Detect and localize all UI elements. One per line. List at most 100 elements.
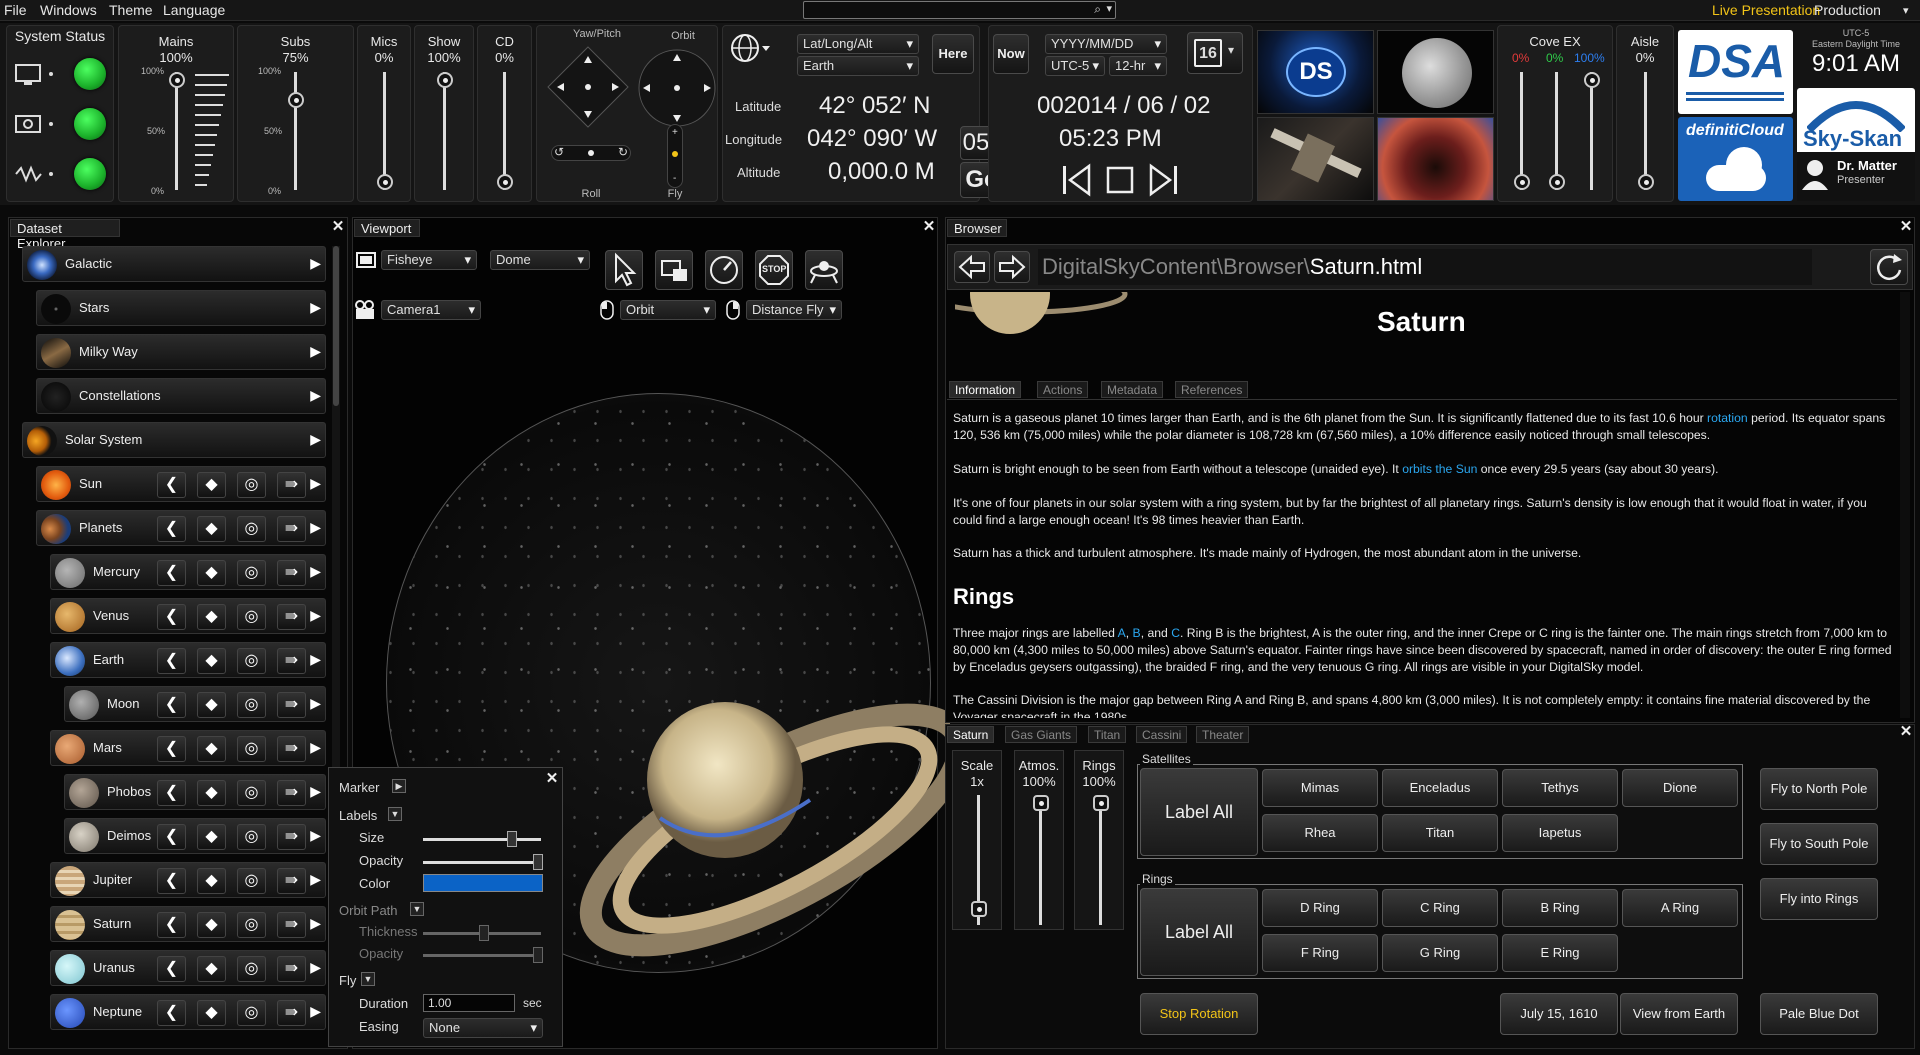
control-tab[interactable]: Theater [1196,726,1250,743]
label-tag-icon[interactable]: ◆ [197,692,226,718]
fly-into-rings-button[interactable]: Fly into Rings [1760,878,1878,920]
rotation-link[interactable]: rotation [1707,411,1748,425]
fly-to-icon[interactable]: ❮ [157,956,186,982]
roll-slider[interactable]: ↺ ↻ [551,145,631,161]
orbit-icon[interactable]: ◎ [237,956,266,982]
fly-to-icon[interactable]: ❮ [157,912,186,938]
ring-a-link[interactable]: A [1118,626,1126,640]
menu-file[interactable]: File [4,2,27,18]
control-tab[interactable]: Cassini [1136,726,1188,743]
expand-arrow-icon[interactable]: ▶ [310,695,321,712]
control-tab[interactable]: Titan [1088,726,1127,743]
dsa-logo[interactable]: DSA [1678,30,1793,114]
orbit-icon[interactable]: ◎ [237,604,266,630]
orbit-icon[interactable]: ◎ [237,692,266,718]
calendar-button[interactable]: 16 ▾ [1187,32,1243,74]
satellite-button[interactable]: Mimas [1262,769,1378,807]
latitude-value[interactable]: 42° 052′ N [819,92,931,120]
explorer-row[interactable]: Venus ❮ ◆ ◎ ⇛ ▶ [50,598,326,634]
spacecraft-tool-button[interactable] [805,250,843,290]
satellite-button[interactable]: Rhea [1262,814,1378,852]
action-icon[interactable]: ⇛ [277,824,306,850]
scrollbar-thumb[interactable] [333,246,339,406]
orbit-mode-dropdown[interactable]: Orbit [620,300,716,320]
explorer-row[interactable]: Earth ❮ ◆ ◎ ⇛ ▶ [50,642,326,678]
show-knob[interactable] [437,72,453,88]
longitude-value[interactable]: 042° 090′ W [807,125,937,153]
label-color-swatch[interactable] [423,874,543,892]
step-back-icon[interactable] [1059,162,1095,198]
action-icon[interactable]: ⇛ [277,868,306,894]
action-icon[interactable]: ⇛ [277,956,306,982]
fly-mode-dropdown[interactable]: Distance Fly [746,300,842,320]
cd-knob[interactable] [497,174,513,190]
thickness-slider-knob[interactable] [479,925,489,941]
ring-b-link[interactable]: B [1133,626,1141,640]
chevron-down-icon[interactable]: ▾ [1903,4,1909,17]
close-icon[interactable]: ✕ [1899,724,1913,739]
label-tag-icon[interactable]: ◆ [197,1000,226,1026]
label-tag-icon[interactable]: ◆ [197,604,226,630]
labels-toggle[interactable]: ▼ [388,807,402,821]
ring-button[interactable]: F Ring [1262,934,1378,972]
timezone-dropdown[interactable]: UTC-5 [1045,56,1105,76]
label-tag-icon[interactable]: ◆ [197,516,226,542]
galileo-date-button[interactable]: July 15, 1610 [1500,993,1618,1035]
display-tool-button[interactable] [655,250,693,290]
ring-button[interactable]: C Ring [1382,889,1498,927]
orbit-icon[interactable]: ◎ [237,560,266,586]
size-slider-knob[interactable] [507,831,517,847]
action-icon[interactable]: ⇛ [277,1000,306,1026]
fly-slider[interactable]: + - [667,124,683,188]
expand-arrow-icon[interactable]: ▶ [310,607,321,624]
expand-arrow-icon[interactable]: ▶ [310,563,321,580]
browser-tab[interactable]: Metadata [1101,381,1164,398]
time-value[interactable]: 05:23 PM [1059,125,1162,153]
action-icon[interactable]: ⇛ [277,692,306,718]
label-all-rings-button[interactable]: Label All [1140,888,1258,976]
space-station-thumbnail[interactable] [1257,117,1374,201]
fly-to-icon[interactable]: ❮ [157,472,186,498]
explorer-row[interactable]: Saturn ❮ ◆ ◎ ⇛ ▶ [50,906,326,942]
fly-to-icon[interactable]: ❮ [157,560,186,586]
body-dropdown[interactable]: Earth [797,56,919,76]
search-input[interactable]: ⌕ ▾ [803,1,1116,19]
mains-knob[interactable] [169,72,185,88]
expand-arrow-icon[interactable]: ▶ [310,431,321,448]
roll-knob[interactable] [588,150,594,156]
expand-arrow-icon[interactable]: ▶ [310,299,321,316]
cove-blue-knob[interactable] [1584,72,1600,88]
atmosphere-knob[interactable] [1033,795,1049,811]
fly-to-icon[interactable]: ❮ [157,824,186,850]
explorer-row[interactable]: Galactic ▶ [22,246,326,282]
expand-arrow-icon[interactable]: ▶ [310,519,321,536]
action-icon[interactable]: ⇛ [277,472,306,498]
expand-arrow-icon[interactable]: ▶ [310,739,321,756]
label-tag-icon[interactable]: ◆ [197,824,226,850]
opacity-slider-knob[interactable] [533,854,543,870]
orbit-opacity-slider-knob[interactable] [533,947,543,963]
explorer-row[interactable]: Moon ❮ ◆ ◎ ⇛ ▶ [64,686,326,722]
close-icon[interactable]: ✕ [545,771,559,786]
clock-format-dropdown[interactable]: 12-hr [1109,56,1167,76]
camera-dropdown[interactable]: Camera1 [381,300,481,320]
label-tag-icon[interactable]: ◆ [197,780,226,806]
lens-dropdown[interactable]: Fisheye [381,250,477,270]
fly-to-icon[interactable]: ❮ [157,692,186,718]
fly-to-icon[interactable]: ❮ [157,1000,186,1026]
fly-south-pole-button[interactable]: Fly to South Pole [1760,823,1878,865]
satellite-button[interactable]: Dione [1622,769,1738,807]
pale-blue-dot-button[interactable]: Pale Blue Dot [1760,993,1878,1035]
subs-track[interactable] [294,72,297,190]
explorer-row[interactable]: Neptune ❮ ◆ ◎ ⇛ ▶ [50,994,326,1030]
expand-arrow-icon[interactable]: ▶ [310,343,321,360]
action-icon[interactable]: ⇛ [277,780,306,806]
fly-to-icon[interactable]: ❮ [157,736,186,762]
cove-green-track[interactable] [1555,72,1558,190]
yaw-pitch-joystick[interactable] [547,46,629,128]
explorer-row[interactable]: Milky Way ▶ [36,334,326,370]
address-bar[interactable]: DigitalSkyContent\Browser\Saturn.html [1038,249,1812,285]
easing-dropdown[interactable]: None [423,1018,543,1038]
sky-skan-logo[interactable]: Sky-Skan Dr. Matter Presenter [1797,88,1915,201]
saturn-render[interactable] [520,690,950,990]
